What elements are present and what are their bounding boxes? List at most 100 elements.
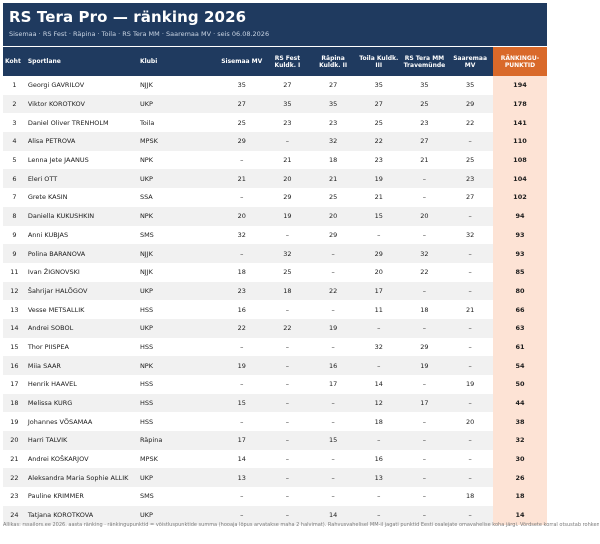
points-rsfest: – [264, 393, 311, 413]
points-sisemaa: – [240, 417, 244, 426]
athlete-name: Anni KUBJAS [27, 230, 69, 239]
ranking-points: 108 [492, 150, 547, 170]
points-rsfest: 25 [283, 268, 292, 277]
points-toila: 21 [374, 193, 383, 202]
points-saaremaa: 18 [465, 492, 475, 501]
column-header-rstera[interactable]: RS Tera MM Travemünde [401, 47, 448, 76]
rank-cell-koht: 2 [3, 94, 26, 114]
page-header: RS Tera Pro — ränking 2026 Sisemaa · RS … [3, 3, 547, 46]
club-name: UKP [137, 94, 219, 114]
table-row[interactable]: 6 Eleri OTT UKP 21 20 21 19–23 104 [3, 169, 547, 189]
athlete-name: Lenna Jete JAANUS [27, 156, 89, 165]
table-row[interactable]: 7 Grete KASIN SSA – 29 25 21 – 27 102 [3, 188, 547, 207]
points-rstera: – [422, 492, 427, 501]
points-toila: 15 [355, 206, 402, 226]
table-row[interactable]: 18 Melissa KURG HSS 15– –12 17–44 [3, 393, 547, 413]
footnote: Allikas: rssailors.ee 2026. aasta ränkin… [3, 522, 599, 528]
points-rstera: 23 [420, 118, 429, 127]
points-rsfest: – [264, 356, 311, 375]
points-sisemaa: 15 [218, 393, 265, 413]
table-row[interactable]: 23 Pauline KRIMMER SMS – – – – – 18 18 [3, 487, 547, 506]
table-row[interactable]: 9 Anni KUBJAS SMS 32 – 29 – – 32 93 [3, 225, 547, 245]
rank-cell-koht: 22 [3, 468, 26, 488]
points-toila: 20 [374, 268, 383, 277]
club-name: UKP [137, 318, 219, 338]
points-saaremaa: 22 [465, 118, 475, 127]
points-rstera: 17 [401, 393, 448, 413]
column-header-punktid[interactable]: RÄNKINGU-PUNKTID [492, 47, 547, 76]
points-saaremaa: 21 [465, 305, 475, 314]
points-toila: – [355, 431, 402, 450]
table-row[interactable]: 1 Georgi GAVRILOV NJJK 35 27 27 35 35 35 194 [3, 76, 547, 95]
athlete-name: Aleksandra Maria Sophie ALLIK [25, 468, 138, 488]
ranking-points: 94 [492, 206, 547, 226]
points-sisemaa: 18 [237, 268, 246, 277]
table-row[interactable]: 11 Ivan ŽIGNOVSKI NJJK 18 25 – 20 22 – 85 [3, 262, 547, 282]
ranking-points: 54 [492, 356, 547, 375]
table-body: 1 Georgi GAVRILOV NJJK 35 27 27 35 35 35 194 2 Vikt… [3, 76, 547, 525]
club-name: Räpina [137, 431, 219, 450]
table-row[interactable]: 22 Aleksandra Maria Sophie ALLIK UKP 13– –13… [3, 468, 547, 488]
club-name: HSS [139, 342, 154, 351]
points-sisemaa: 32 [237, 230, 246, 239]
table-row[interactable]: 21 Andrei KOŠKARJOV MPSK 14 – – 16 – – 30 [3, 449, 547, 469]
table-row[interactable]: 13 Vesse METSALLIK HSS 16 – – 11 18 21 66 [3, 300, 547, 319]
points-rsfest: – [264, 431, 311, 450]
column-header-klubi[interactable]: Klubi [137, 47, 219, 76]
points-saaremaa: 25 [465, 156, 475, 165]
points-rapina: 19 [310, 318, 356, 338]
table-row[interactable]: 8 Daniella KUKUSHKIN NPK 20 19 20 15 20–94 [3, 206, 547, 226]
points-rapina: – [331, 305, 335, 314]
club-name: NPK [137, 356, 219, 375]
points-rsfest: – [285, 417, 290, 426]
column-header-rapina[interactable]: Räpina Kuldk. II [310, 47, 356, 76]
column-header-rsfest[interactable]: RS Fest Kuldk. I [264, 47, 311, 76]
points-rstera: 18 [420, 305, 429, 314]
points-toila: 14 [374, 380, 383, 389]
table-row[interactable]: 12 Šahrijar HALÕGOV UKP 23 18 22 17– –80 [3, 281, 547, 301]
points-saaremaa: – [468, 342, 472, 351]
points-rsfest: 35 [264, 94, 311, 114]
points-rstera: – [422, 380, 427, 389]
points-rapina: 29 [328, 230, 338, 239]
club-name: NPK [139, 156, 153, 165]
points-rstera: – [422, 455, 427, 464]
points-sisemaa: 23 [218, 281, 265, 301]
column-header-sportlane[interactable]: Sportlane [25, 47, 138, 76]
table-row[interactable]: 2 Viktor KOROTKOV UKP 27 35 35 27 25 29 178 [3, 94, 547, 114]
column-header-koht[interactable]: Koht [3, 47, 26, 76]
points-rstera: 29 [420, 342, 429, 351]
ranking-points: 194 [492, 76, 547, 95]
rank-cell-koht: 7 [12, 193, 17, 202]
points-rsfest: – [285, 455, 290, 464]
table-row[interactable]: 5 Lenna Jete JAANUS NPK – 21 18 23 21 25 108 [3, 150, 547, 170]
points-saaremaa: 27 [465, 193, 475, 202]
table-row[interactable]: 9 Polina BARANOVA NJJK –32–29 32–93 [3, 244, 547, 263]
points-toila: 25 [374, 118, 383, 127]
table-row[interactable]: 17 Henrik HAAVEL HSS – – 17 14 – 19 50 [3, 375, 547, 394]
column-header-saaremaa[interactable]: Saaremaa MV [447, 47, 493, 76]
table-row[interactable]: 19 Johannes VÕSAMAA HSS – – – 18 – 20 38 [3, 412, 547, 432]
athlete-name: Eleri OTT [25, 169, 138, 189]
table-row[interactable]: 16 Miia SAAR NPK 19–16–19–54 [3, 356, 547, 375]
club-name: HSS [139, 417, 154, 426]
table-row[interactable]: 3 Daniel Oliver TRENHOLM Toila 25 23 23 25 23 22… [3, 113, 547, 133]
points-rstera: – [401, 281, 448, 301]
rank-cell-koht: 15 [10, 342, 19, 351]
points-sisemaa: 20 [218, 206, 265, 226]
table-row[interactable]: 4 Alisa PETROVA MPSK 29–32 22 27–110 [3, 132, 547, 151]
points-rsfest: 23 [283, 118, 292, 127]
column-header-toila[interactable]: Toila Kuldk. III [355, 47, 402, 76]
rank-cell-koht: 8 [3, 206, 26, 226]
points-sisemaa: 35 [237, 81, 246, 90]
column-header-sisemaa[interactable]: Sisemaa MV [218, 47, 265, 76]
table-row[interactable]: 14 Andrei SOBOL UKP 22 22 19– – –63 [3, 318, 547, 338]
rank-cell-koht: 9 [12, 230, 17, 239]
table-row[interactable]: 20 Harri TALVIK Räpina 17–15– – –32 [3, 431, 547, 450]
club-name: NJJK [139, 268, 153, 277]
points-saaremaa: 19 [465, 380, 475, 389]
table-row[interactable]: 15 Thor PIISPEA HSS – – – 32 29 – 61 [3, 337, 547, 357]
club-name: NJJK [137, 244, 219, 263]
points-saaremaa: 32 [465, 230, 475, 239]
ranking-points: 141 [492, 113, 547, 133]
